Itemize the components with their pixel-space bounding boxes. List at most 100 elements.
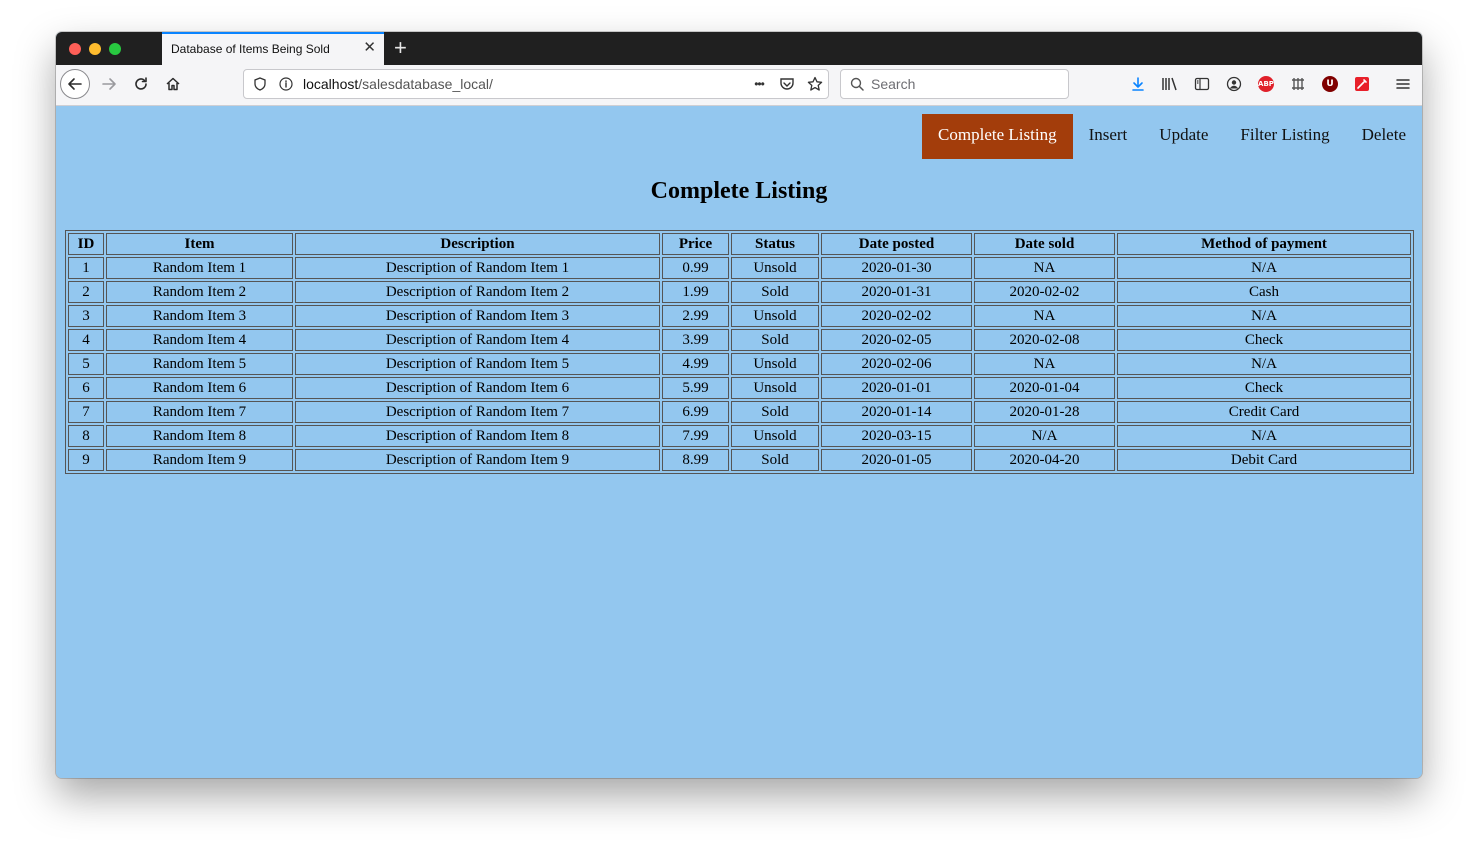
column-header-price: Price — [662, 233, 729, 255]
cell-item: Random Item 7 — [106, 401, 293, 423]
cell-id: 2 — [68, 281, 104, 303]
cell-description: Description of Random Item 8 — [295, 425, 660, 447]
cell-status: Unsold — [731, 425, 819, 447]
cell-id: 7 — [68, 401, 104, 423]
reload-button[interactable] — [127, 70, 155, 98]
cell-status: Unsold — [731, 305, 819, 327]
table-row: 2 Random Item 2 Description of Random It… — [68, 281, 1411, 303]
new-tab-icon[interactable]: + — [394, 35, 407, 61]
color-picker-icon[interactable] — [1352, 74, 1372, 94]
cell-price: 5.99 — [662, 377, 729, 399]
shield-icon[interactable] — [250, 74, 270, 94]
cell-item: Random Item 3 — [106, 305, 293, 327]
cell-method-of-payment: N/A — [1117, 353, 1411, 375]
cell-id: 5 — [68, 353, 104, 375]
bookmark-star-icon[interactable] — [805, 74, 825, 94]
column-header-date-posted: Date posted — [821, 233, 972, 255]
minimize-window-button[interactable] — [89, 43, 101, 55]
close-window-button[interactable] — [69, 43, 81, 55]
cell-date-sold: NA — [974, 353, 1115, 375]
ublock-origin-badge: U — [1322, 76, 1338, 92]
cell-date-posted: 2020-02-05 — [821, 329, 972, 351]
cell-date-posted: 2020-01-30 — [821, 257, 972, 279]
search-icon — [847, 74, 867, 94]
menu-item-filter-listing[interactable]: Filter Listing — [1224, 114, 1345, 159]
cell-price: 1.99 — [662, 281, 729, 303]
table-row: 5 Random Item 5 Description of Random It… — [68, 353, 1411, 375]
menu-item-insert[interactable]: Insert — [1073, 114, 1144, 159]
cell-id: 3 — [68, 305, 104, 327]
cell-item: Random Item 2 — [106, 281, 293, 303]
url-path: /salesdatabase_local/ — [358, 76, 493, 92]
pocket-icon[interactable] — [777, 74, 797, 94]
table-row: 1 Random Item 1 Description of Random It… — [68, 257, 1411, 279]
arrow-right-icon — [102, 78, 116, 90]
url-text[interactable]: localhost/salesdatabase_local/ — [303, 76, 493, 92]
tab-close-icon[interactable]: ✕ — [363, 39, 376, 57]
cell-description: Description of Random Item 5 — [295, 353, 660, 375]
sidebar-icon[interactable] — [1192, 74, 1212, 94]
menu-item-complete-listing[interactable]: Complete Listing — [922, 114, 1073, 159]
info-icon[interactable] — [276, 74, 296, 94]
cell-status: Sold — [731, 329, 819, 351]
cell-id: 1 — [68, 257, 104, 279]
menu-item-update[interactable]: Update — [1143, 114, 1224, 159]
search-bar[interactable]: Search — [840, 69, 1069, 99]
cell-date-sold: NA — [974, 257, 1115, 279]
cell-item: Random Item 1 — [106, 257, 293, 279]
download-icon[interactable] — [1128, 74, 1148, 94]
column-header-item: Item — [106, 233, 293, 255]
cell-date-posted: 2020-01-05 — [821, 449, 972, 471]
cell-status: Sold — [731, 281, 819, 303]
hamburger-menu-icon[interactable] — [1393, 74, 1413, 94]
table-row: 6 Random Item 6 Description of Random It… — [68, 377, 1411, 399]
home-icon — [166, 77, 180, 91]
cell-price: 3.99 — [662, 329, 729, 351]
page-title: Complete Listing — [650, 178, 828, 204]
cell-description: Description of Random Item 3 — [295, 305, 660, 327]
cell-item: Random Item 9 — [106, 449, 293, 471]
library-icon[interactable] — [1160, 74, 1180, 94]
home-button[interactable] — [159, 70, 187, 98]
cell-date-sold: 2020-02-02 — [974, 281, 1115, 303]
extension-grid-icon[interactable] — [1288, 74, 1308, 94]
cell-status: Sold — [731, 401, 819, 423]
cell-date-sold: 2020-01-04 — [974, 377, 1115, 399]
tab-active[interactable]: Database of Items Being Sold ✕ — [162, 32, 384, 65]
navigation-toolbar: localhost/salesdatabase_local/ ••• Searc… — [56, 65, 1422, 106]
cell-method-of-payment: Debit Card — [1117, 449, 1411, 471]
column-header-method-of-payment: Method of payment — [1117, 233, 1411, 255]
address-bar[interactable]: localhost/salesdatabase_local/ ••• — [243, 69, 829, 99]
arrow-left-icon — [68, 78, 82, 90]
cell-id: 8 — [68, 425, 104, 447]
cell-date-posted: 2020-01-31 — [821, 281, 972, 303]
zoom-window-button[interactable] — [109, 43, 121, 55]
cell-description: Description of Random Item 7 — [295, 401, 660, 423]
forward-button[interactable] — [95, 70, 123, 98]
cell-status: Unsold — [731, 353, 819, 375]
cell-item: Random Item 6 — [106, 377, 293, 399]
cell-price: 8.99 — [662, 449, 729, 471]
url-host: localhost — [303, 76, 359, 92]
cell-item: Random Item 5 — [106, 353, 293, 375]
ublock-origin-icon[interactable]: U — [1320, 74, 1340, 94]
cell-description: Description of Random Item 4 — [295, 329, 660, 351]
page-actions-icon[interactable]: ••• — [749, 74, 769, 94]
cell-price: 7.99 — [662, 425, 729, 447]
cell-method-of-payment: Check — [1117, 329, 1411, 351]
cell-date-posted: 2020-02-02 — [821, 305, 972, 327]
cell-price: 2.99 — [662, 305, 729, 327]
account-icon[interactable] — [1224, 74, 1244, 94]
cell-item: Random Item 8 — [106, 425, 293, 447]
cell-method-of-payment: N/A — [1117, 305, 1411, 327]
items-table: ID Item Description Price Status Date po… — [65, 230, 1414, 474]
menu-item-delete[interactable]: Delete — [1346, 114, 1422, 159]
cell-date-sold: 2020-02-08 — [974, 329, 1115, 351]
cell-date-posted: 2020-01-01 — [821, 377, 972, 399]
page-content: Complete Listing Insert Update Filter Li… — [56, 106, 1422, 778]
cell-date-sold: NA — [974, 305, 1115, 327]
back-button[interactable] — [60, 69, 90, 99]
cell-price: 4.99 — [662, 353, 729, 375]
cell-description: Description of Random Item 6 — [295, 377, 660, 399]
adblock-plus-icon[interactable]: ABP — [1256, 74, 1276, 94]
